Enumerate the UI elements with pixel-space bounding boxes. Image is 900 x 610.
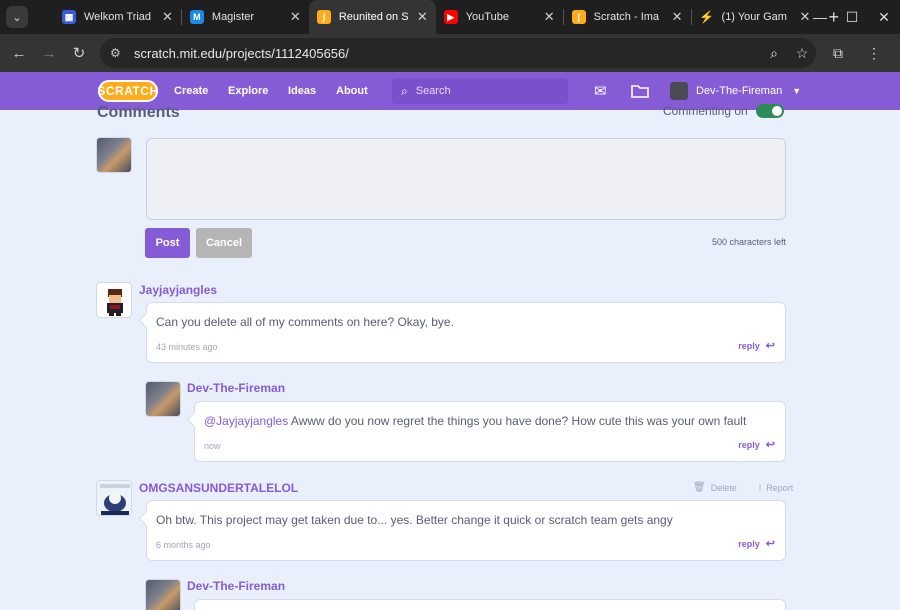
tab-welkom[interactable]: ▦ Welkom Triad ✕ — [54, 0, 181, 34]
tab-magister[interactable]: M Magister ✕ — [182, 0, 309, 34]
reply-arrow-icon: ↩ — [765, 340, 775, 352]
messages-icon[interactable]: ✉ — [594, 72, 607, 110]
commenting-toggle[interactable] — [755, 104, 784, 118]
avatar[interactable] — [96, 480, 132, 516]
toolbar-right: ⧉ ⋮ — [820, 34, 892, 72]
url-text[interactable]: scratch.mit.edu/projects/1112405656/ — [134, 46, 760, 61]
comment-actions: 🗑 Delete ! Report — [693, 482, 793, 493]
reply-button[interactable]: reply ↩ — [738, 339, 775, 352]
nav-ideas[interactable]: Ideas — [288, 72, 316, 110]
characters-left: 500 characters left — [711, 237, 786, 247]
scratch-icon: ʃ — [571, 10, 586, 24]
commenting-toggle-row: Commenting on — [663, 104, 784, 118]
site-info-icon[interactable]: ⚙ — [110, 46, 128, 60]
comments-heading: Comments — [97, 104, 180, 121]
comment-bubble — [194, 599, 786, 610]
comment-text: @Jayjayjangles Awww do you now regret th… — [204, 414, 747, 428]
lightning-icon: ⚡ — [699, 10, 715, 24]
zoom-icon[interactable]: ⌕ — [760, 45, 788, 62]
reply-button[interactable]: reply ↩ — [738, 438, 775, 451]
avatar[interactable] — [96, 137, 132, 173]
bookmark-star-icon[interactable]: ☆ — [788, 45, 816, 62]
search-placeholder: Search — [415, 85, 451, 97]
close-window-icon[interactable]: ✕ — [868, 9, 900, 26]
comment-username[interactable]: Dev-The-Fireman — [187, 579, 285, 593]
search-input[interactable]: ⌕ Search — [392, 78, 568, 104]
browser-tab-strip: ⌄ ▦ Welkom Triad ✕ M Magister ✕ ʃ Reunit… — [0, 0, 900, 34]
close-tab-icon[interactable]: ✕ — [162, 9, 173, 25]
comment-time: 6 months ago — [156, 540, 211, 550]
scratch-icon: ʃ — [316, 10, 331, 24]
tab-favicon-icon: ▦ — [62, 10, 76, 24]
avatar[interactable] — [145, 381, 181, 417]
comment-time: 43 minutes ago — [156, 342, 218, 352]
reply-arrow-icon: ↩ — [765, 439, 775, 451]
extensions-icon[interactable]: ⧉ — [820, 45, 856, 62]
minimize-icon[interactable]: — — [804, 9, 836, 25]
reload-icon[interactable]: ↻ — [64, 44, 94, 62]
close-tab-icon[interactable]: ✕ — [672, 9, 683, 25]
tab-your-game[interactable]: ⚡ (1) Your Gam ✕ — [692, 0, 819, 34]
nav-explore[interactable]: Explore — [228, 72, 268, 110]
mention-link[interactable]: @Jayjayjangles — [204, 414, 288, 428]
post-button[interactable]: Post — [145, 228, 190, 258]
youtube-icon: ▶ — [443, 10, 458, 24]
comment-text: Can you delete all of my comments on her… — [156, 315, 454, 329]
window-controls: — ☐ ✕ — [804, 0, 900, 34]
magister-icon: M — [189, 10, 204, 24]
comment-bubble: Oh btw. This project may get taken due t… — [146, 500, 786, 561]
comment-username[interactable]: OMGSANSUNDERTALELOL — [139, 481, 298, 495]
close-tab-icon[interactable]: ✕ — [290, 9, 301, 25]
comment-username[interactable]: Jayjayjangles — [139, 283, 217, 297]
tab-scratch-image[interactable]: ʃ Scratch - Ima ✕ — [564, 0, 691, 34]
menu-icon[interactable]: ⋮ — [856, 45, 892, 62]
report-button[interactable]: ! Report — [759, 483, 794, 493]
reply-button[interactable]: reply ↩ — [738, 537, 775, 550]
forward-icon[interactable]: → — [34, 45, 64, 62]
maximize-icon[interactable]: ☐ — [836, 9, 868, 26]
comment-text: Oh btw. This project may get taken due t… — [156, 513, 673, 527]
chevron-down-icon: ▼ — [792, 86, 802, 96]
comment-time: now — [204, 441, 221, 451]
tab-youtube[interactable]: ▶ YouTube ✕ — [436, 0, 563, 34]
tab-reunited[interactable]: ʃ Reunited on S ✕ — [308, 0, 436, 34]
close-tab-icon[interactable]: ✕ — [417, 9, 428, 25]
my-stuff-folder-icon[interactable] — [631, 72, 649, 110]
commenting-label: Commenting on — [663, 104, 748, 118]
cancel-button[interactable]: Cancel — [196, 228, 252, 258]
scratch-logo[interactable]: SCRATCH — [97, 80, 158, 102]
comment-bubble: Can you delete all of my comments on her… — [146, 302, 786, 363]
comment-username[interactable]: Dev-The-Fireman — [187, 381, 285, 395]
comment-bubble: @Jayjayjangles Awww do you now regret th… — [194, 401, 786, 462]
trash-icon: 🗑 — [693, 482, 706, 493]
nav-about[interactable]: About — [336, 72, 368, 110]
close-tab-icon[interactable]: ✕ — [544, 9, 555, 25]
reply-arrow-icon: ↩ — [765, 538, 775, 550]
account-username: Dev-The-Fireman — [696, 85, 783, 97]
search-icon: ⌕ — [401, 83, 408, 98]
tab-search-icon[interactable]: ⌄ — [6, 6, 28, 28]
browser-toolbar: ← → ↻ ⚙ scratch.mit.edu/projects/1112405… — [0, 34, 900, 72]
avatar[interactable] — [96, 282, 132, 318]
report-icon: ! — [758, 482, 762, 493]
avatar[interactable] — [145, 579, 181, 610]
comment-textarea[interactable] — [146, 138, 786, 220]
address-bar[interactable]: ⚙ scratch.mit.edu/projects/1112405656/ ⌕… — [100, 38, 816, 68]
back-icon[interactable]: ← — [4, 45, 34, 62]
delete-button[interactable]: 🗑 Delete — [693, 482, 737, 493]
avatar — [670, 82, 688, 100]
